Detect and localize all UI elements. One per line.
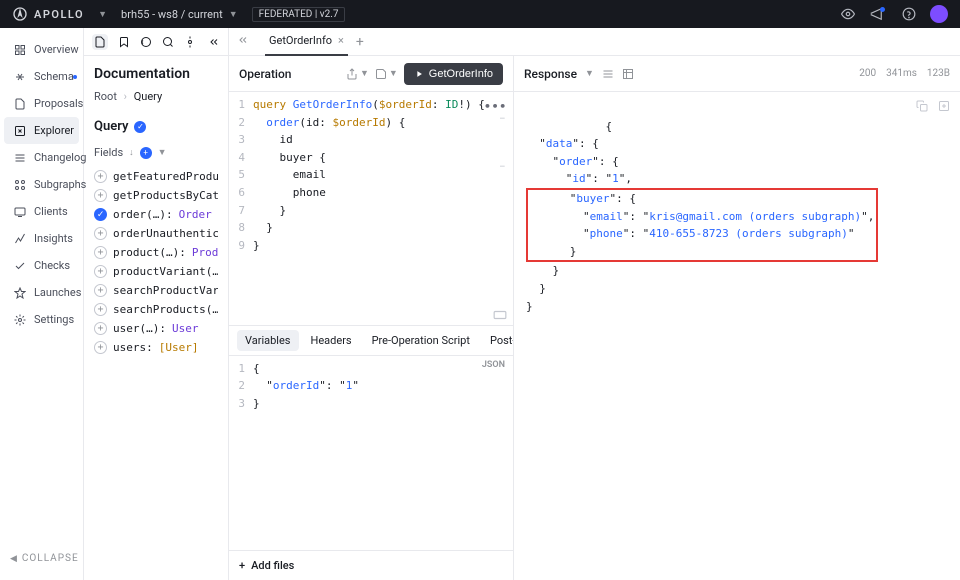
field-product[interactable]: +product(…): Product (94, 243, 218, 262)
query-status-dot[interactable]: ✓ (134, 121, 146, 133)
field-searchvaria[interactable]: +searchProductVaria… (94, 281, 218, 300)
add-all-icon[interactable]: + (140, 147, 152, 159)
nav-explorer[interactable]: Explorer (4, 117, 79, 144)
field-getfeatured[interactable]: +getFeaturedProduc… (94, 167, 218, 186)
editor-tabs: GetOrderInfo× + (229, 28, 960, 56)
share-icon[interactable]: ▼ (346, 68, 369, 80)
nav-insights[interactable]: Insights (4, 225, 79, 252)
logo-text: APOLLO (34, 8, 84, 21)
field-users[interactable]: +users: [User] (94, 338, 218, 357)
tab-postop[interactable]: Post-Operation Script (482, 330, 513, 351)
expand-icon[interactable] (938, 100, 950, 118)
collapse-nav[interactable]: ◀COLLAPSE (0, 545, 83, 572)
help-icon[interactable] (902, 7, 916, 21)
tab-variables[interactable]: Variables (237, 330, 299, 351)
docs-panel: Documentation Root › Query Query ✓ Field… (84, 28, 229, 580)
chevron-down-icon[interactable]: ▼ (98, 9, 107, 20)
response-size: 123B (927, 68, 950, 79)
nav-changelog[interactable]: Changelog (4, 144, 79, 171)
collapse-icon[interactable] (237, 34, 249, 49)
tab-preop[interactable]: Pre-Operation Script (364, 330, 478, 351)
nav-clients[interactable]: Clients (4, 198, 79, 225)
variables-editor[interactable]: 123 { "orderId": "1" } (229, 356, 513, 417)
breadcrumb-root[interactable]: Root (94, 90, 117, 103)
nav-proposals[interactable]: Proposals (4, 90, 79, 117)
nav-subgraphs[interactable]: Subgraphs (4, 171, 79, 198)
fields-label: Fields (94, 146, 123, 159)
side-nav: Overview Schema Proposals Explorer Chang… (0, 28, 84, 580)
run-button[interactable]: GetOrderInfo (404, 63, 503, 85)
workspace-selector[interactable]: brh55 - ws8 / current ▼ (121, 8, 238, 21)
response-time: 341ms (886, 68, 917, 79)
add-tab-icon[interactable]: + (356, 34, 364, 50)
avatar[interactable] (930, 5, 948, 23)
visibility-icon[interactable] (841, 7, 855, 21)
keyboard-icon[interactable] (493, 308, 507, 325)
nav-schema[interactable]: Schema (4, 63, 79, 90)
add-files-button[interactable]: +Add files (229, 550, 513, 580)
field-user[interactable]: +user(…): User (94, 319, 218, 338)
status-code: 200 (859, 68, 876, 79)
query-title: Query (94, 119, 128, 134)
response-title: Response (524, 67, 577, 81)
field-searchproducts[interactable]: +searchProducts(…): [ (94, 300, 218, 319)
collapse-docs-icon[interactable] (208, 36, 220, 48)
doc-icon[interactable] (92, 34, 108, 50)
chevron-down-icon: ▼ (229, 9, 238, 20)
chevron-down-icon[interactable]: ▼ (158, 147, 167, 158)
docs-title: Documentation (94, 66, 218, 82)
field-order[interactable]: ✓order(…): Order (94, 205, 218, 224)
nav-settings[interactable]: Settings (4, 306, 79, 333)
close-icon[interactable]: × (338, 34, 344, 47)
operation-header: Operation ▼ ▼ GetOrderInfo (229, 56, 513, 92)
breadcrumb: Root › Query (94, 90, 218, 103)
nav-overview[interactable]: Overview (4, 36, 79, 63)
gear-icon[interactable] (184, 36, 196, 48)
response-header: Response ▼ 200 341ms 123B (514, 56, 960, 92)
docs-toolbar (84, 28, 228, 56)
save-icon[interactable]: ▼ (375, 68, 398, 80)
top-header: APOLLO ▼ brh55 - ws8 / current ▼ FEDERAT… (0, 0, 960, 28)
breadcrumb-current: Query (134, 90, 163, 103)
list-view-icon[interactable] (602, 68, 614, 80)
field-getproductsbycateg[interactable]: +getProductsByCateg… (94, 186, 218, 205)
field-productvariant[interactable]: +productVariant(…): P (94, 262, 218, 281)
field-orderunauth[interactable]: +orderUnauthenticat… (94, 224, 218, 243)
federation-badge[interactable]: FEDERATED | v2.7 (252, 7, 346, 22)
nav-launches[interactable]: Launches (4, 279, 79, 306)
response-body[interactable]: { "data": { "order": { "id": "1", "buyer… (514, 92, 960, 580)
announce-icon[interactable] (869, 7, 888, 21)
json-badge: JSON (482, 360, 505, 370)
sort-icon[interactable]: ↓ (129, 147, 134, 158)
operation-title: Operation (239, 67, 291, 81)
nav-checks[interactable]: Checks (4, 252, 79, 279)
copy-icon[interactable] (916, 100, 928, 118)
bookmark-icon[interactable] (118, 36, 130, 48)
chevron-down-icon[interactable]: ▼ (585, 68, 594, 79)
table-view-icon[interactable] (622, 68, 634, 80)
logo[interactable]: APOLLO (12, 6, 84, 22)
variables-tabs: Variables Headers Pre-Operation Script P… (229, 326, 513, 356)
search-icon[interactable] (162, 36, 174, 48)
history-icon[interactable] (140, 36, 152, 48)
tab-headers[interactable]: Headers (303, 330, 360, 351)
tab-getorderinfo[interactable]: GetOrderInfo× (265, 28, 348, 56)
operation-editor[interactable]: 123456789 query GetOrderInfo($orderId: I… (229, 92, 513, 325)
